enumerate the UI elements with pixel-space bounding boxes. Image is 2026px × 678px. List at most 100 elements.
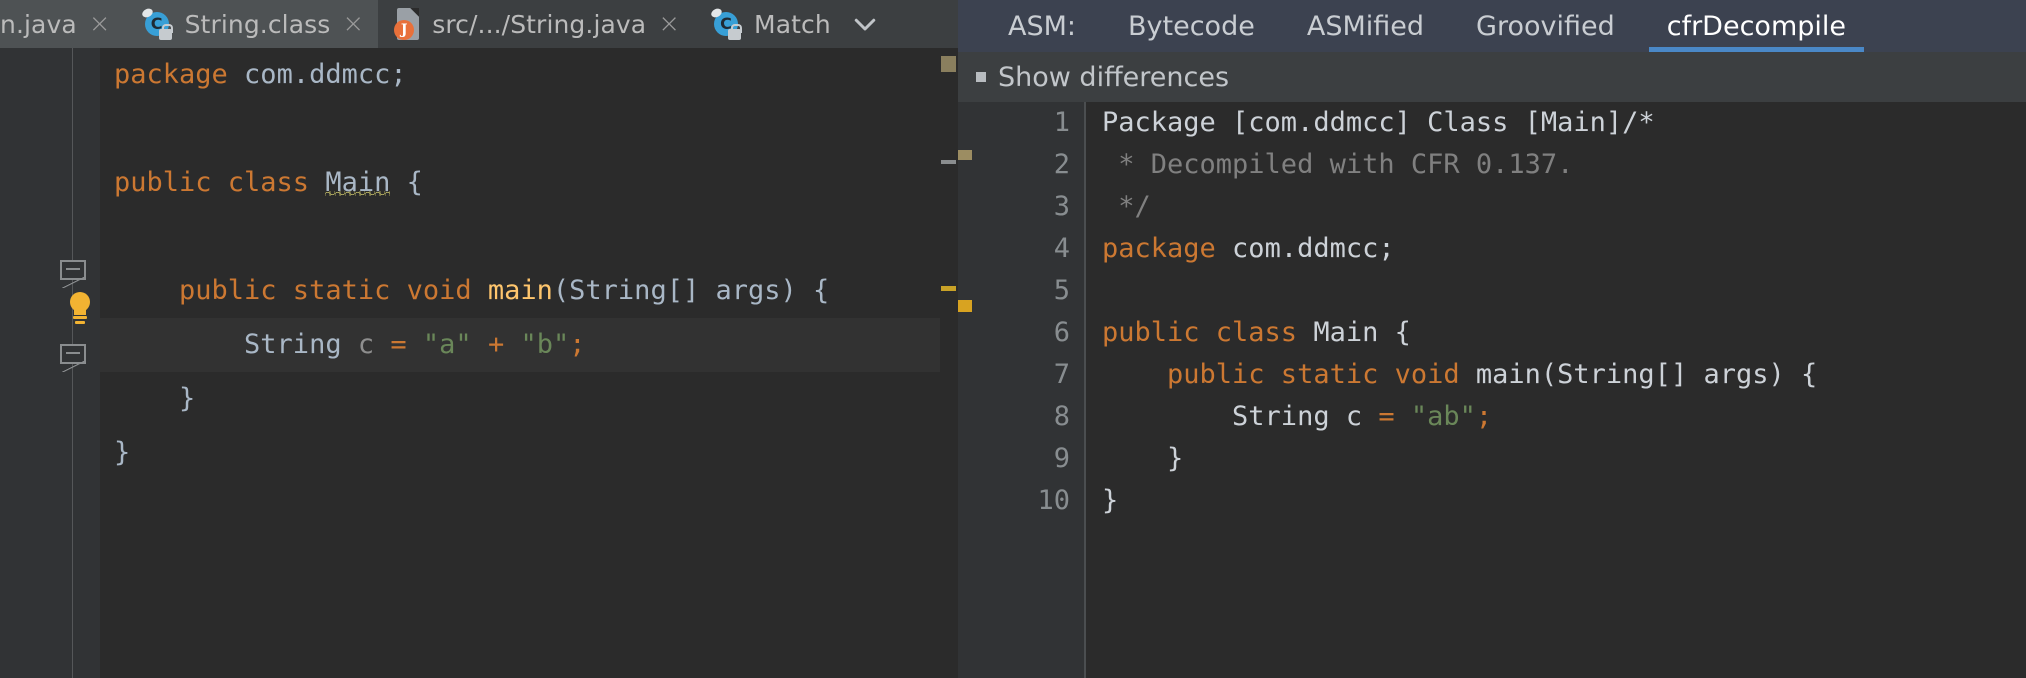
decompiled-line: * Decompiled with CFR 0.137.: [1086, 144, 2026, 186]
asm-tab-label: Bytecode: [1128, 10, 1255, 42]
decompiled-line-numbers: 1 2 3 4 5 6 7 8 9 10: [978, 102, 1086, 678]
code-token: {: [390, 167, 423, 198]
decompiled-line: */: [1086, 186, 2026, 228]
line-number: 9: [1053, 443, 1070, 474]
code-line: String c = "a" + "b";: [100, 318, 958, 372]
editor-tab-1[interactable]: C String.class ×: [124, 0, 379, 48]
line-number: 5: [1053, 275, 1070, 306]
code-token: }: [114, 383, 196, 414]
editor-marker[interactable]: [941, 286, 957, 291]
java-file-icon: J: [394, 8, 420, 40]
decompiled-line: }: [1086, 438, 2026, 480]
ide-window: n.java × C String.class × J src/.../Stri…: [0, 0, 2026, 678]
code-token: main: [487, 275, 553, 306]
code-token: Main {: [1313, 317, 1411, 348]
code-line: public static void main(String[] args) {: [100, 264, 958, 318]
editor-gutter[interactable]: [0, 48, 100, 678]
lightbulb-icon[interactable]: [66, 292, 94, 326]
editor-tab-label: Match: [754, 9, 831, 39]
code-token: * Decompiled with CFR 0.137.: [1102, 149, 1574, 180]
editor-marker[interactable]: [941, 56, 957, 72]
code-token: }: [1102, 443, 1184, 474]
chevron-down-icon[interactable]: [844, 0, 885, 48]
code-token: }: [1102, 485, 1119, 516]
asm-tab-bytecode[interactable]: Bytecode: [1102, 0, 1281, 52]
asm-tab-groovified[interactable]: Groovified: [1450, 0, 1641, 52]
code-line: }: [100, 372, 958, 426]
asm-panel-title: ASM:: [982, 0, 1102, 52]
asm-plugin-pane: ASM: Bytecode ASMified Groovified cfrDecompi…: [958, 0, 2026, 678]
editor-code-lines: package com.ddmcc; public class Main { p…: [100, 48, 958, 480]
decompiled-line: }: [1086, 480, 2026, 522]
code-editor[interactable]: package com.ddmcc; public class Main { p…: [0, 48, 958, 678]
show-differences-row[interactable]: Show differences: [958, 52, 2026, 102]
code-token: Main: [325, 167, 391, 198]
code-token: "a": [422, 329, 472, 360]
class-file-icon: C: [140, 7, 173, 40]
class-file-icon: C: [709, 7, 743, 40]
line-number: 7: [1053, 359, 1070, 390]
asm-tab-bar: ASM: Bytecode ASMified Groovified cfrDecompi…: [958, 0, 2026, 52]
show-differences-label: Show differences: [998, 61, 1230, 93]
editor-tab-0[interactable]: n.java ×: [0, 0, 125, 48]
fold-marker[interactable]: [60, 260, 86, 288]
code-token: }: [114, 437, 131, 468]
editor-tab-label: src/.../String.java: [432, 9, 647, 39]
asm-tab-label: ASM:: [1008, 10, 1077, 42]
decompiled-line: public static void main(String[] args) {: [1086, 354, 2026, 396]
code-token: public class: [114, 167, 326, 198]
asm-tab-asmified[interactable]: ASMified: [1281, 0, 1450, 52]
close-icon[interactable]: ×: [89, 11, 111, 37]
code-token: ;: [569, 329, 586, 360]
decompiled-code-text[interactable]: Package [com.ddmcc] Class [Main]/* * Dec…: [1086, 102, 2026, 678]
code-token: Package [com.ddmcc] Class [Main]/*: [1102, 107, 1655, 138]
decompiled-line: String c = "ab";: [1086, 396, 2026, 438]
editor-tab-3[interactable]: C Match: [694, 0, 845, 48]
close-icon[interactable]: ×: [658, 11, 680, 37]
code-token: public class: [1102, 317, 1314, 348]
line-number: 10: [1037, 485, 1070, 516]
fold-marker[interactable]: [60, 344, 86, 372]
editor-tab-bar: n.java × C String.class × J src/.../Stri…: [0, 0, 958, 48]
code-token: String: [114, 329, 358, 360]
decompiled-marker-margin[interactable]: [958, 102, 978, 678]
code-token: com.ddmcc;: [1215, 233, 1395, 264]
line-number: 8: [1053, 401, 1070, 432]
asm-tab-cfrdecompile[interactable]: cfrDecompile: [1641, 0, 1872, 52]
code-line: public class Main {: [100, 156, 958, 210]
code-token: public static void: [114, 275, 488, 306]
code-token: public static void: [1102, 359, 1476, 390]
line-number: 4: [1053, 233, 1070, 264]
editor-pane: n.java × C String.class × J src/.../Stri…: [0, 0, 958, 678]
change-marker[interactable]: [958, 300, 972, 312]
code-token: "b": [520, 329, 570, 360]
code-line: package com.ddmcc;: [100, 48, 958, 102]
code-token: "ab": [1410, 401, 1476, 432]
code-token: (String[] args) {: [552, 275, 830, 306]
close-icon[interactable]: ×: [342, 11, 364, 37]
editor-tab-2[interactable]: J src/.../String.java ×: [378, 0, 695, 48]
code-token: String c: [1102, 401, 1379, 432]
editor-marker[interactable]: [941, 160, 957, 164]
line-number: 2: [1053, 149, 1070, 180]
decompiled-code-view[interactable]: 1 2 3 4 5 6 7 8 9 10 Package [com.ddmcc] Class [M…: [958, 102, 2026, 678]
code-token: c: [357, 329, 375, 360]
line-number: 1: [1053, 107, 1070, 138]
code-token: +: [487, 329, 505, 360]
code-token: =: [390, 329, 407, 360]
line-number: 6: [1053, 317, 1070, 348]
checkbox-icon[interactable]: [976, 72, 986, 82]
code-line: }: [100, 426, 958, 480]
editor-text-area[interactable]: package com.ddmcc; public class Main { p…: [100, 48, 958, 678]
change-marker[interactable]: [958, 150, 972, 160]
editor-tab-label: n.java: [0, 9, 77, 39]
code-token: =: [1378, 401, 1395, 432]
line-number: 3: [1053, 191, 1070, 222]
code-token: package: [1102, 233, 1216, 264]
decompiled-line: public class Main {: [1086, 312, 2026, 354]
